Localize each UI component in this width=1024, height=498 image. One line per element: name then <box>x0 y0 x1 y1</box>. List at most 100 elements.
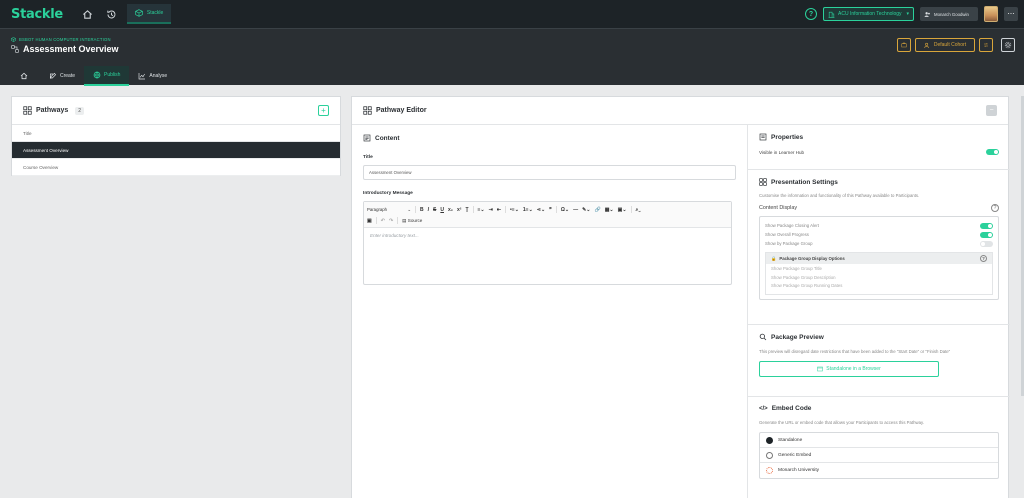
numbered-list-icon[interactable]: 1≡⌄ <box>523 207 533 213</box>
home-icon[interactable] <box>81 7 95 21</box>
organisation-select[interactable]: ACU Information Technology ▾ <box>823 7 914 21</box>
cube-icon <box>134 9 143 17</box>
embed-option-label: Generic Embed <box>778 452 812 458</box>
superscript-icon[interactable]: x² <box>457 207 461 213</box>
presentation-description: Customise the information and functional… <box>759 193 920 198</box>
swap-button[interactable] <box>979 38 993 52</box>
building-icon <box>828 11 835 18</box>
help-icon[interactable]: ? <box>980 255 987 262</box>
horizontal-line-icon[interactable]: — <box>573 207 578 213</box>
editor-toolbar: Paragraph ⌄ B I S U x₂ x² Ṯ ≡⌄ ⇥ ⇤ •≡⌄ 1… <box>364 202 731 228</box>
top-navigation-bar: Stackle Stackle ? ACU Information Techno… <box>0 0 1024 28</box>
intro-message-input[interactable]: Enter introductory text... <box>364 228 731 284</box>
column-header-title[interactable]: Title <box>12 125 340 142</box>
code-block-icon[interactable]: ⋖⌄ <box>537 207 545 213</box>
users-icon <box>924 42 929 48</box>
closing-alert-toggle[interactable] <box>980 222 993 229</box>
create-icon <box>50 72 57 79</box>
visible-in-hub-toggle[interactable] <box>986 149 999 155</box>
group-option-label: Show Package Group Title <box>771 266 822 271</box>
page-title-text: Assessment Overview <box>23 44 119 54</box>
embed-option-university[interactable]: Monarch University <box>760 463 998 478</box>
tab-analyse[interactable]: Analyse <box>129 66 176 86</box>
source-icon: ▤ <box>402 217 407 223</box>
gradebook-button[interactable] <box>897 38 911 52</box>
embed-option-standalone[interactable]: Standalone <box>760 433 998 448</box>
editor-header: Pathway Editor − <box>352 97 1008 125</box>
embed-heading: </> Embed Code <box>759 405 999 412</box>
properties-heading: Properties <box>759 133 999 141</box>
standalone-browser-button[interactable]: Standalone in a Browser <box>759 361 939 377</box>
user-menu-button[interactable]: Monarch Goodwin <box>920 7 978 21</box>
gear-icon <box>1004 41 1012 49</box>
university-logo-icon <box>766 467 773 474</box>
tab-create[interactable]: Create <box>40 66 84 86</box>
preview-title: Package Preview <box>771 333 824 341</box>
subscript-icon[interactable]: x₂ <box>448 207 453 213</box>
cohort-select-button[interactable]: Default Cohort <box>915 38 975 52</box>
select-all-icon[interactable]: ▣ <box>367 218 372 224</box>
help-icon[interactable]: ? <box>805 8 817 20</box>
code-icon: </> <box>759 405 768 412</box>
settings-button[interactable] <box>1001 38 1015 52</box>
strikethrough-icon[interactable]: S <box>433 207 436 213</box>
package-group-toggle[interactable] <box>980 240 993 247</box>
breadcrumb[interactable]: BSBOT HUMAN COMPUTER INTERACTION <box>11 37 111 42</box>
home-icon <box>20 72 28 80</box>
align-icon[interactable]: ≡⌄ <box>478 207 485 213</box>
avatar[interactable] <box>984 6 998 22</box>
chevron-down-icon: ▾ <box>906 11 909 17</box>
list-item[interactable]: Assessment Overview <box>12 142 340 159</box>
outdent-icon[interactable]: ⇤ <box>497 207 501 213</box>
bulleted-list-icon[interactable]: •≡⌄ <box>510 207 519 213</box>
briefcase-icon <box>901 42 907 48</box>
underline-icon[interactable]: U <box>440 207 444 213</box>
pathway-icon <box>23 106 32 115</box>
special-characters-icon[interactable]: Ω⌄ <box>561 207 569 213</box>
undo-icon[interactable]: ↶ <box>381 218 385 224</box>
presentation-title: Presentation Settings <box>771 178 838 186</box>
more-options-button[interactable]: ⋯ <box>1004 7 1018 21</box>
group-option-label: Show Package Group Running Dates <box>771 283 843 288</box>
pathways-header: Pathways 2 + <box>12 97 340 125</box>
toolbar-divider <box>472 206 474 213</box>
tab-publish[interactable]: Publish <box>84 66 130 86</box>
italic-icon[interactable]: I <box>428 207 429 213</box>
clear-format-icon[interactable]: Ṯ <box>465 207 468 213</box>
pathways-count-badge: 2 <box>75 106 85 115</box>
add-pathway-button[interactable]: + <box>318 105 329 116</box>
source-label: Source <box>407 217 423 223</box>
toolbar-divider <box>397 217 399 224</box>
title-input[interactable]: Assessment Overview <box>363 165 736 180</box>
redo-icon[interactable]: ↷ <box>389 218 393 224</box>
chart-icon <box>139 73 146 80</box>
tab-create-label: Create <box>60 73 76 79</box>
stackle-logo[interactable]: Stackle <box>11 7 63 22</box>
properties-icon <box>759 133 767 141</box>
collapse-button[interactable]: − <box>986 105 997 116</box>
blockquote-icon[interactable]: ❞ <box>549 207 552 213</box>
preview-heading: Package Preview <box>759 333 999 341</box>
paragraph-select[interactable]: Paragraph ⌄ <box>367 207 411 213</box>
find-replace-icon[interactable]: ⌕⌄ <box>636 207 641 213</box>
organisation-label: ACU Information Technology <box>838 11 902 17</box>
indent-icon[interactable]: ⇥ <box>489 207 493 213</box>
overall-progress-toggle[interactable] <box>980 231 993 238</box>
table-icon[interactable]: ▦⌄ <box>605 207 614 213</box>
tab-stackle[interactable]: Stackle <box>126 4 172 24</box>
link-icon[interactable]: 🔗 <box>594 207 600 213</box>
title-field-label: Title <box>363 155 373 160</box>
list-item[interactable]: Course Overview <box>12 159 340 176</box>
users-icon <box>924 11 930 17</box>
content-display-options: Show Package Closing Alert Show Overall … <box>759 216 999 300</box>
help-icon[interactable]: ? <box>991 204 999 212</box>
source-button[interactable]: ▤ Source <box>402 218 422 224</box>
media-icon[interactable]: ▣⌄ <box>618 207 627 213</box>
pathway-icon <box>11 45 19 53</box>
tab-home[interactable] <box>11 66 40 86</box>
highlight-icon[interactable]: ✎⌄ <box>582 207 590 213</box>
embed-option-generic[interactable]: Generic Embed <box>760 448 998 463</box>
paragraph-select-label: Paragraph <box>367 206 388 212</box>
bold-icon[interactable]: B <box>420 207 424 213</box>
history-icon[interactable] <box>105 7 119 21</box>
